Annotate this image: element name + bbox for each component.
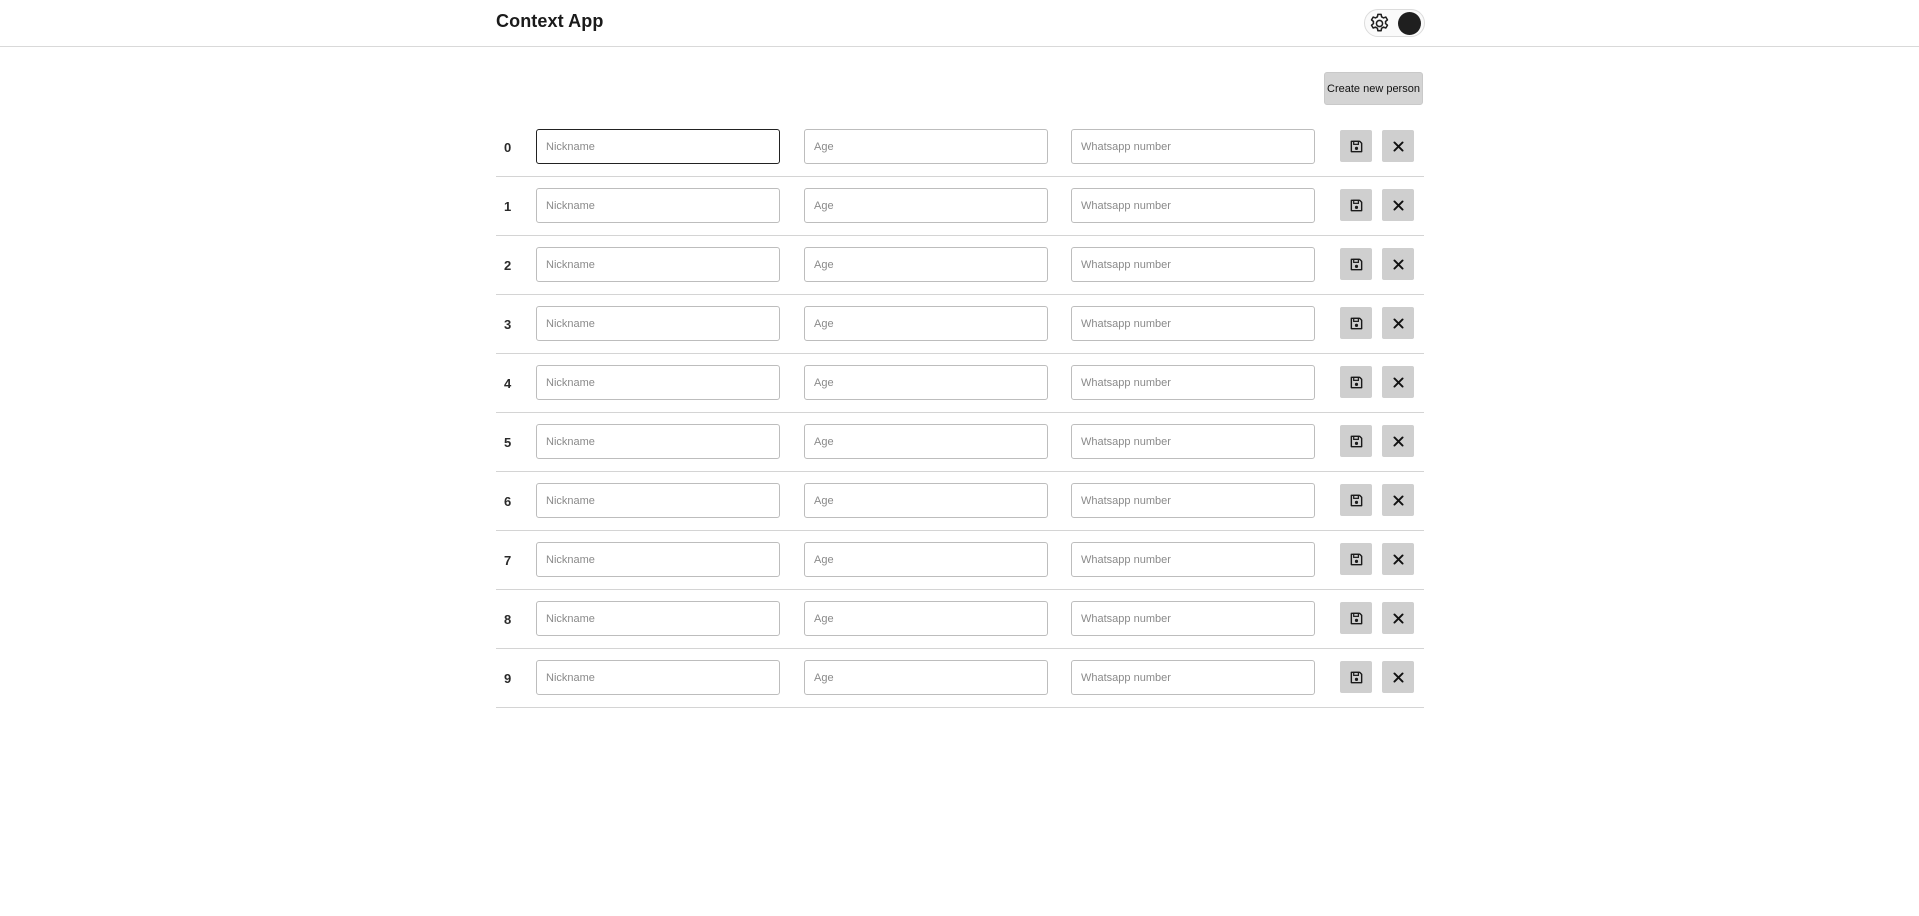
nickname-input[interactable]: [536, 483, 780, 518]
save-button[interactable]: [1340, 543, 1372, 575]
person-row: 6: [496, 472, 1424, 531]
delete-button[interactable]: [1382, 661, 1414, 693]
delete-button[interactable]: [1382, 189, 1414, 221]
nickname-input[interactable]: [536, 188, 780, 223]
age-input[interactable]: [804, 306, 1048, 341]
save-button[interactable]: [1340, 366, 1372, 398]
age-input[interactable]: [804, 129, 1048, 164]
person-list: 0 1: [496, 118, 1424, 708]
save-button[interactable]: [1340, 425, 1372, 457]
age-input[interactable]: [804, 483, 1048, 518]
row-index: 4: [504, 376, 512, 391]
person-row: 8: [496, 590, 1424, 649]
whatsapp-input[interactable]: [1071, 365, 1315, 400]
close-icon: [1393, 495, 1403, 505]
theme-toggle[interactable]: [1364, 9, 1425, 37]
age-input[interactable]: [804, 542, 1048, 577]
floppy-disk-icon: [1350, 317, 1362, 329]
floppy-disk-icon: [1350, 494, 1362, 506]
whatsapp-input[interactable]: [1071, 424, 1315, 459]
delete-button[interactable]: [1382, 366, 1414, 398]
age-input[interactable]: [804, 247, 1048, 282]
delete-button[interactable]: [1382, 484, 1414, 516]
nickname-input[interactable]: [536, 542, 780, 577]
nickname-input[interactable]: [536, 424, 780, 459]
person-row: 2: [496, 236, 1424, 295]
floppy-disk-icon: [1350, 376, 1362, 388]
whatsapp-input[interactable]: [1071, 483, 1315, 518]
whatsapp-input[interactable]: [1071, 247, 1315, 282]
close-icon: [1393, 318, 1403, 328]
nickname-input[interactable]: [536, 129, 780, 164]
age-input[interactable]: [804, 660, 1048, 695]
app-title: Context App: [496, 11, 604, 31]
delete-button[interactable]: [1382, 307, 1414, 339]
person-row: 7: [496, 531, 1424, 590]
create-new-person-button[interactable]: Create new person: [1324, 72, 1423, 105]
whatsapp-input[interactable]: [1071, 129, 1315, 164]
nickname-input[interactable]: [536, 601, 780, 636]
save-button[interactable]: [1340, 602, 1372, 634]
person-row: 1: [496, 177, 1424, 236]
floppy-disk-icon: [1350, 553, 1362, 565]
close-icon: [1393, 259, 1403, 269]
whatsapp-input[interactable]: [1071, 601, 1315, 636]
age-input[interactable]: [804, 601, 1048, 636]
row-index: 7: [504, 553, 512, 568]
floppy-disk-icon: [1350, 435, 1362, 447]
whatsapp-input[interactable]: [1071, 660, 1315, 695]
row-index: 1: [504, 199, 512, 214]
age-input[interactable]: [804, 365, 1048, 400]
floppy-disk-icon: [1350, 199, 1362, 211]
person-row: 4: [496, 354, 1424, 413]
nickname-input[interactable]: [536, 247, 780, 282]
floppy-disk-icon: [1350, 258, 1362, 270]
row-index: 9: [504, 671, 512, 686]
toggle-knob: [1398, 12, 1421, 35]
row-index: 3: [504, 317, 512, 332]
floppy-disk-icon: [1350, 671, 1362, 683]
app-header: Context App: [0, 0, 1919, 47]
row-index: 8: [504, 612, 512, 627]
delete-button[interactable]: [1382, 130, 1414, 162]
row-index: 5: [504, 435, 512, 450]
save-button[interactable]: [1340, 307, 1372, 339]
row-index: 6: [504, 494, 512, 509]
save-button[interactable]: [1340, 130, 1372, 162]
floppy-disk-icon: [1350, 140, 1362, 152]
row-index: 2: [504, 258, 512, 273]
person-row: 9: [496, 649, 1424, 708]
delete-button[interactable]: [1382, 543, 1414, 575]
person-row: 3: [496, 295, 1424, 354]
close-icon: [1393, 141, 1403, 151]
person-row: 0: [496, 118, 1424, 177]
nickname-input[interactable]: [536, 365, 780, 400]
close-icon: [1393, 200, 1403, 210]
delete-button[interactable]: [1382, 425, 1414, 457]
nickname-input[interactable]: [536, 306, 780, 341]
save-button[interactable]: [1340, 661, 1372, 693]
save-button[interactable]: [1340, 484, 1372, 516]
close-icon: [1393, 672, 1403, 682]
whatsapp-input[interactable]: [1071, 188, 1315, 223]
close-icon: [1393, 377, 1403, 387]
whatsapp-input[interactable]: [1071, 306, 1315, 341]
delete-button[interactable]: [1382, 248, 1414, 280]
close-icon: [1393, 554, 1403, 564]
delete-button[interactable]: [1382, 602, 1414, 634]
person-row: 5: [496, 413, 1424, 472]
save-button[interactable]: [1340, 248, 1372, 280]
nickname-input[interactable]: [536, 660, 780, 695]
floppy-disk-icon: [1350, 612, 1362, 624]
row-index: 0: [504, 140, 512, 155]
age-input[interactable]: [804, 424, 1048, 459]
close-icon: [1393, 613, 1403, 623]
age-input[interactable]: [804, 188, 1048, 223]
whatsapp-input[interactable]: [1071, 542, 1315, 577]
gear-icon: [1370, 13, 1389, 32]
save-button[interactable]: [1340, 189, 1372, 221]
close-icon: [1393, 436, 1403, 446]
